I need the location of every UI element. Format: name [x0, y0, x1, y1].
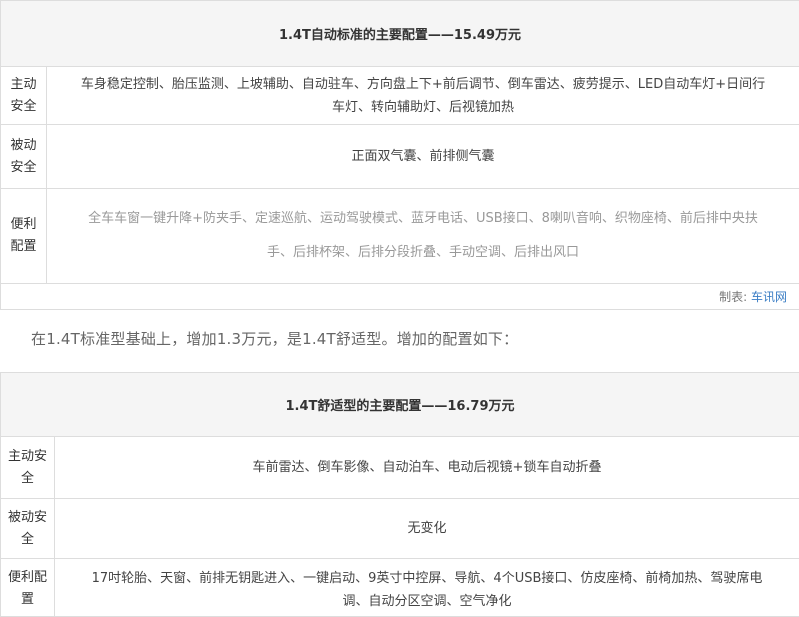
row-content-line: 17吋轮胎、天窗、前排无钥匙进入、一键启动、9英寸中控屏、导航、4个USB接口、… — [55, 567, 799, 590]
table-row: 被动 安全 正面双气囊、前排侧气囊 — [1, 125, 799, 189]
row-label: 主动 安全 — [1, 67, 47, 125]
source-link[interactable]: 车讯网 — [751, 290, 787, 304]
row-content-line: 车身稳定控制、胎压监测、上坡辅助、自动驻车、方向盘上下+前后调节、倒车雷达、疲劳… — [47, 73, 799, 96]
table-title: 1.4T舒适型的主要配置——16.79万元 — [1, 373, 799, 437]
row-content-line: 手、后排杯架、后排分段折叠、手动空调、后排出风口 — [47, 236, 799, 270]
row-label-line: 便利配 — [1, 567, 54, 589]
row-label-line: 主动 — [1, 74, 46, 96]
row-label: 被动 安全 — [1, 125, 47, 189]
row-label-line: 便利 — [1, 214, 46, 236]
config-table-standard: 1.4T自动标准的主要配置——15.49万元 主动 安全 车身稳定控制、胎压监测… — [0, 0, 799, 310]
row-content: 车前雷达、倒车影像、自动泊车、电动后视镜+锁车自动折叠 — [55, 437, 799, 499]
row-content: 车身稳定控制、胎压监测、上坡辅助、自动驻车、方向盘上下+前后调节、倒车雷达、疲劳… — [47, 67, 799, 125]
row-label-line: 被动安 — [1, 507, 54, 529]
row-label-line: 置 — [1, 589, 54, 611]
row-content-line: 调、自动分区空调、空气净化 — [55, 590, 799, 613]
row-content: 正面双气囊、前排侧气囊 — [47, 125, 799, 189]
row-label-line: 全 — [1, 468, 54, 490]
table-row: 被动安 全 无变化 — [1, 499, 799, 559]
row-content: 17吋轮胎、天窗、前排无钥匙进入、一键启动、9英寸中控屏、导航、4个USB接口、… — [55, 559, 799, 617]
row-label: 便利 配置 — [1, 189, 47, 284]
row-content-line: 车灯、转向辅助灯、后视镜加热 — [47, 96, 799, 119]
row-content: 无变化 — [55, 499, 799, 559]
row-label-line: 安全 — [1, 96, 46, 118]
config-table-comfort: 1.4T舒适型的主要配置——16.79万元 主动安 全 车前雷达、倒车影像、自动… — [0, 372, 799, 617]
table-source: 制表: 车讯网 — [1, 284, 799, 310]
row-content-line: 全车车窗一键升降+防夹手、定速巡航、运动驾驶模式、蓝牙电话、USB接口、8喇叭音… — [47, 202, 799, 236]
row-label-line: 主动安 — [1, 446, 54, 468]
row-label-line: 被动 — [1, 135, 46, 157]
row-content: 全车车窗一键升降+防夹手、定速巡航、运动驾驶模式、蓝牙电话、USB接口、8喇叭音… — [47, 189, 799, 284]
table-row: 便利配 置 17吋轮胎、天窗、前排无钥匙进入、一键启动、9英寸中控屏、导航、4个… — [1, 559, 799, 617]
table-row: 主动安 全 车前雷达、倒车影像、自动泊车、电动后视镜+锁车自动折叠 — [1, 437, 799, 499]
table-row: 主动 安全 车身稳定控制、胎压监测、上坡辅助、自动驻车、方向盘上下+前后调节、倒… — [1, 67, 799, 125]
source-label: 制表: — [719, 290, 751, 304]
table-row: 便利 配置 全车车窗一键升降+防夹手、定速巡航、运动驾驶模式、蓝牙电话、USB接… — [1, 189, 799, 284]
row-label-line: 全 — [1, 529, 54, 551]
row-label: 主动安 全 — [1, 437, 55, 499]
row-label-line: 安全 — [1, 157, 46, 179]
table-title: 1.4T自动标准的主要配置——15.49万元 — [1, 1, 799, 67]
intro-paragraph: 在1.4T标准型基础上，增加1.3万元，是1.4T舒适型。增加的配置如下： — [31, 328, 518, 349]
row-label-line: 配置 — [1, 236, 46, 258]
row-label: 便利配 置 — [1, 559, 55, 617]
row-label: 被动安 全 — [1, 499, 55, 559]
